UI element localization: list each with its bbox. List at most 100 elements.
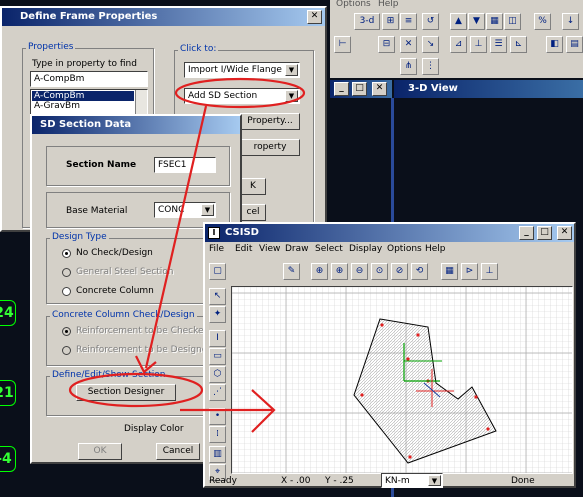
menu-options[interactable]: Options [336,0,371,9]
import-combo[interactable]: Import I/Wide Flange ▼ [184,62,300,78]
rotate-button[interactable]: ↺ [422,13,439,30]
up-arrow-button[interactable]: ▲ [450,13,467,30]
base-material-combo[interactable]: CONC ▼ [154,202,216,218]
reinforcement-checked-radio[interactable] [62,327,71,336]
zoom-in-icon[interactable]: ⊕ [331,263,348,280]
menu-view[interactable]: View [259,244,280,254]
xz-plane-button[interactable]: ≡ [400,13,417,30]
menu-help[interactable]: Help [425,244,446,254]
chevron-down-icon[interactable]: ▼ [201,204,214,216]
maximize-button[interactable]: □ [352,82,367,96]
new-icon[interactable]: ▢ [209,263,226,280]
menu-help[interactable]: Help [378,0,399,9]
menu-select[interactable]: Select [315,244,343,254]
layers-button[interactable]: ☰ [490,36,507,53]
pan-icon[interactable]: ⊘ [391,263,408,280]
concrete-column-radio[interactable] [62,287,71,296]
select-button[interactable]: ✕ [400,36,417,53]
grid-icon[interactable]: ▦ [441,263,458,280]
units-combo[interactable]: KN-m ▼ [381,473,443,488]
section-name-label: Section Name [66,160,137,170]
node-label: -4 [0,446,16,472]
view-button[interactable]: ▤ [566,36,583,53]
list-scrollbar[interactable] [135,90,147,116]
list-item[interactable]: A-GravBm [32,101,146,111]
pointer-icon[interactable]: ↖ [209,288,226,305]
toolbar-more-button[interactable]: ↓ [562,13,579,30]
define-frame-titlebar: Define Frame Properties [2,8,325,26]
reshape-icon[interactable]: ✦ [209,306,226,323]
menu-file[interactable]: File [209,244,224,254]
down-arrow-button[interactable]: ▼ [468,13,485,30]
modify-property-button[interactable]: Property... [240,113,300,130]
property-list[interactable]: A-CompBm A-GravBm [30,89,148,117]
rebar-icon[interactable]: • [209,408,226,425]
no-check-radio[interactable] [62,249,71,258]
design-type-label: Design Type [50,232,109,242]
chevron-down-icon[interactable]: ▼ [428,475,441,486]
property-find-input[interactable]: A-CompBm [30,71,148,87]
steel-section-radio[interactable] [62,268,71,277]
snap-button[interactable]: ⊢ [334,36,351,53]
reinforcement-checked-label: Reinforcement to be Checked [76,326,210,336]
options-button[interactable]: ⋮ [422,58,439,75]
chevron-down-icon[interactable]: ▼ [285,90,298,102]
chart-icon[interactable]: ▥ [209,446,226,463]
grid-button[interactable]: ▦ [486,13,503,30]
close-button[interactable]: ✕ [307,10,322,24]
csisd-menubar: File Edit View Draw Select Display Optio… [205,243,574,257]
csisd-window: CSISD I _ □ ✕ File Edit View Draw Select… [203,222,576,488]
view-3d-button[interactable]: 3-d [354,13,380,30]
close-button[interactable]: ✕ [557,226,572,240]
axes-icon[interactable]: ⊥ [481,263,498,280]
ok-button[interactable]: K [240,178,266,195]
section-name-input[interactable]: FSEC1 [154,157,216,173]
close-button[interactable]: ✕ [372,82,387,96]
cancel-button[interactable]: cel [240,204,266,221]
view-3d-title: 3-D View [408,83,458,94]
status-y-coord: Y - .25 [325,476,354,486]
menu-options[interactable]: Options [387,244,422,254]
move-button[interactable]: ↘ [422,36,439,53]
zoom-out-icon[interactable]: ⊖ [351,263,368,280]
reinforcement-designed-label: Reinforcement to be Designed [76,345,213,355]
axis-button[interactable]: ⊥ [470,36,487,53]
zoom-window-icon[interactable]: ⊕ [311,263,328,280]
maximize-button[interactable]: □ [537,226,552,240]
i-section-icon[interactable]: I [209,330,226,347]
polygon-icon[interactable]: ⬡ [209,366,226,383]
minimize-button[interactable]: _ [519,226,534,240]
menu-draw[interactable]: Draw [285,244,309,254]
chevron-down-icon[interactable]: ▼ [285,64,298,76]
section-designer-button[interactable]: Section Designer [76,384,176,401]
percent-button[interactable]: % [534,13,551,30]
ok-button[interactable]: OK [78,443,122,460]
list-item[interactable]: A-CompBm [32,91,134,101]
section-drawing [232,287,572,473]
zoom-extent-button[interactable]: ◫ [504,13,521,30]
pencil-icon[interactable]: ✎ [283,263,300,280]
add-section-combo[interactable]: Add SD Section ▼ [184,88,300,104]
snap-icon[interactable]: ⊳ [461,263,478,280]
node-label: 21 [0,380,16,406]
rect-section-icon[interactable]: ▭ [209,348,226,365]
cancel-button[interactable]: Cancel [156,443,200,460]
drawing-canvas[interactable] [231,286,573,474]
xy-plane-button[interactable]: ⊞ [382,13,399,30]
delete-property-button[interactable]: roperty [240,139,300,156]
reinforcement-designed-radio[interactable] [62,346,71,355]
minimize-button[interactable]: _ [334,82,349,96]
zoom-previous-icon[interactable]: ⊙ [371,263,388,280]
menu-display[interactable]: Display [349,244,382,254]
background-window-titlebar: _ □ ✕ [330,80,392,98]
edge-bar-icon[interactable]: ⁞ [209,426,226,443]
menu-edit[interactable]: Edit [235,244,252,254]
frame-draw-button[interactable]: ⊟ [378,36,395,53]
reshape-button[interactable]: ⊾ [510,36,527,53]
refresh-icon[interactable]: ⟲ [411,263,428,280]
status-done: Done [511,476,535,486]
extrude-button[interactable]: ⋔ [400,58,417,75]
dimension-button[interactable]: ⊿ [450,36,467,53]
assign-button[interactable]: ◧ [546,36,563,53]
line-bar-icon[interactable]: ⋰ [209,384,226,401]
